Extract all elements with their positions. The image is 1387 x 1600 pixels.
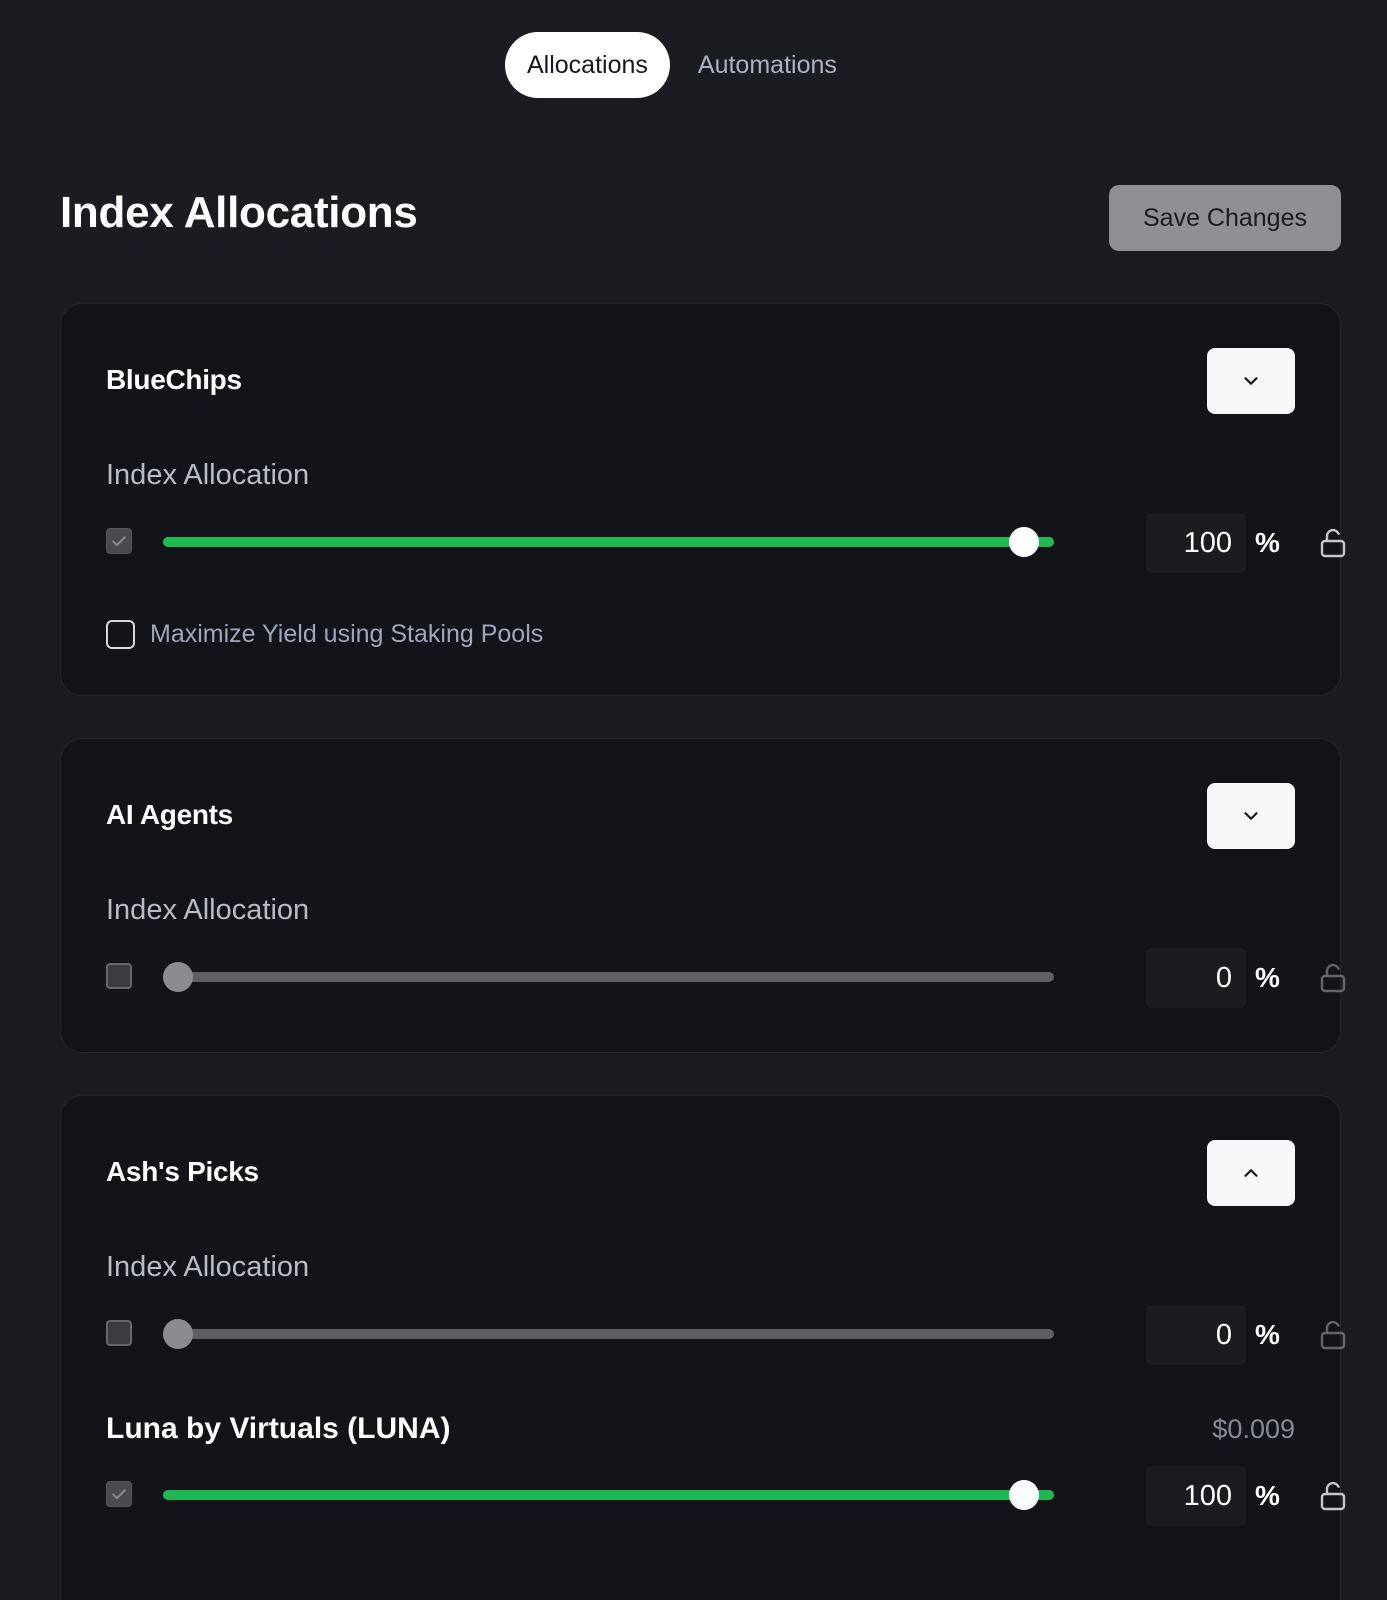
- collapse-button[interactable]: [1207, 1140, 1295, 1206]
- coin-allocation-row: 100 %: [106, 1466, 1346, 1526]
- allocation-checkbox[interactable]: [106, 1320, 132, 1346]
- allocation-slider[interactable]: [163, 527, 1054, 557]
- allocation-percent-input[interactable]: 0: [1146, 1305, 1246, 1365]
- percent-sign: %: [1255, 1480, 1280, 1511]
- allocation-row: 100 %: [106, 513, 1346, 573]
- coin-name: Luna by Virtuals (LUNA): [106, 1412, 451, 1445]
- coin-allocation-slider[interactable]: [163, 1480, 1054, 1510]
- slider-thumb[interactable]: [163, 1319, 193, 1349]
- percent-sign: %: [1255, 1319, 1280, 1350]
- card-title: Ash's Picks: [106, 1156, 259, 1187]
- expand-button[interactable]: [1207, 783, 1295, 849]
- tab-automations[interactable]: Automations: [676, 32, 859, 98]
- page-title: Index Allocations: [60, 188, 418, 237]
- slider-thumb[interactable]: [1009, 527, 1039, 557]
- unlock-icon[interactable]: [1318, 1319, 1348, 1351]
- allocation-slider[interactable]: [163, 1319, 1054, 1349]
- allocation-percent-input[interactable]: 0: [1146, 948, 1246, 1008]
- chevron-down-icon: [1244, 377, 1258, 385]
- coin-allocation-checkbox[interactable]: [106, 1481, 132, 1507]
- index-card-bluechips: BlueChips Index Allocation 100 % Maximiz…: [60, 303, 1346, 696]
- unlock-icon[interactable]: [1318, 962, 1348, 994]
- allocation-row: 0 %: [106, 1305, 1346, 1365]
- save-changes-button[interactable]: Save Changes: [1109, 185, 1341, 251]
- card-title: BlueChips: [106, 364, 242, 395]
- expand-button[interactable]: [1207, 348, 1295, 414]
- card-title: AI Agents: [106, 799, 233, 830]
- maximize-yield-row[interactable]: Maximize Yield using Staking Pools: [106, 620, 543, 649]
- page: Allocations Automations Index Allocation…: [0, 0, 1387, 1600]
- index-card-ashs-picks: Ash's Picks Index Allocation 0 % Luna by…: [60, 1095, 1346, 1600]
- allocation-checkbox[interactable]: [106, 528, 132, 554]
- coin-price: $0.009: [1212, 1414, 1295, 1444]
- index-allocation-label: Index Allocation: [106, 1251, 310, 1283]
- index-allocation-label: Index Allocation: [106, 894, 310, 926]
- tab-allocations[interactable]: Allocations: [505, 32, 670, 98]
- allocation-row: 0 %: [106, 948, 1346, 1008]
- maximize-yield-label: Maximize Yield using Staking Pools: [150, 620, 544, 648]
- check-icon: [112, 1489, 126, 1500]
- unlock-icon[interactable]: [1318, 1480, 1348, 1512]
- chevron-down-icon: [1244, 812, 1258, 820]
- index-card-ai-agents: AI Agents Index Allocation 0 %: [60, 738, 1346, 1053]
- slider-thumb[interactable]: [163, 962, 193, 992]
- coin-allocation-percent-input[interactable]: 100: [1146, 1466, 1246, 1526]
- percent-sign: %: [1255, 962, 1280, 993]
- maximize-yield-checkbox[interactable]: [106, 620, 135, 649]
- percent-sign: %: [1255, 527, 1280, 558]
- unlock-icon[interactable]: [1318, 527, 1348, 559]
- slider-thumb[interactable]: [1009, 1480, 1039, 1510]
- slider-fill: [163, 537, 1054, 547]
- slider-fill: [163, 1490, 1054, 1500]
- check-icon: [112, 536, 126, 547]
- chevron-up-icon: [1244, 1169, 1258, 1177]
- allocation-checkbox[interactable]: [106, 963, 132, 989]
- tab-bar: Allocations Automations: [505, 32, 859, 98]
- allocation-percent-input[interactable]: 100: [1146, 513, 1246, 573]
- index-allocation-label: Index Allocation: [106, 459, 310, 491]
- allocation-slider[interactable]: [163, 962, 1054, 992]
